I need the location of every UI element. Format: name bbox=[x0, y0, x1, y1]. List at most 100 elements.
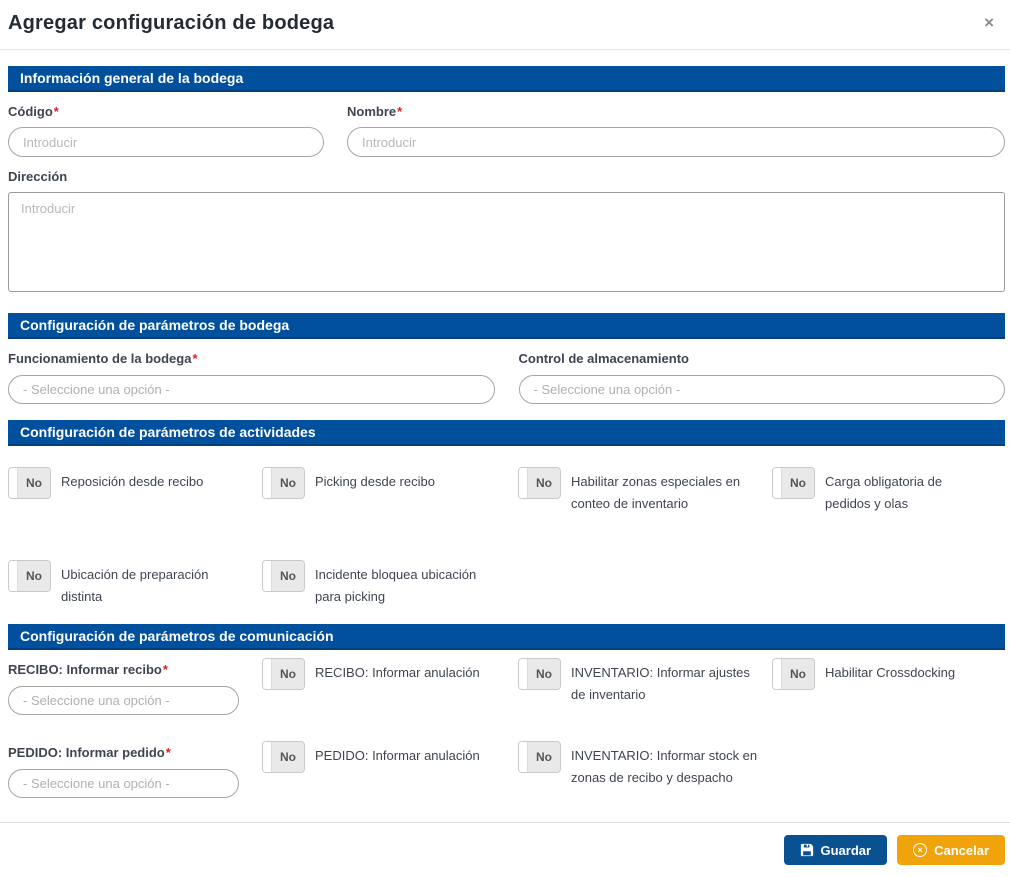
row-parametros-bodega: Funcionamiento de la bodega* - Seleccion… bbox=[8, 339, 1005, 404]
toggle-label: PEDIDO: Informar anulación bbox=[315, 748, 480, 763]
control-almacenamiento-label: Control de almacenamiento bbox=[518, 351, 689, 366]
toggle-reposicion-desde-recibo[interactable]: No bbox=[8, 467, 51, 499]
toggle-inventario-stock-zonas[interactable]: No bbox=[518, 741, 561, 773]
section-header-parametros-actividades: Configuración de parámetros de actividad… bbox=[8, 420, 1005, 446]
toggle-incidente-bloquea[interactable]: No bbox=[262, 560, 305, 592]
toggle-state: No bbox=[272, 468, 304, 498]
modal-header: Agregar configuración de bodega × bbox=[0, 0, 1010, 50]
toggle-state: No bbox=[272, 659, 304, 689]
page-title: Agregar configuración de bodega bbox=[8, 12, 335, 34]
toggle-label: RECIBO: Informar anulación bbox=[315, 665, 480, 680]
toggle-state: No bbox=[18, 561, 50, 591]
pedido-informar-label: PEDIDO: Informar pedido* bbox=[8, 745, 262, 760]
cancel-button[interactable]: × Cancelar bbox=[897, 835, 1005, 865]
toggle-state: No bbox=[18, 468, 50, 498]
toggle-label: Incidente bloquea ubicación para picking bbox=[315, 567, 477, 604]
toggle-state: No bbox=[528, 468, 560, 498]
activities-row-2: No Ubicación de preparación distinta No … bbox=[8, 560, 1005, 608]
communication-row-1: RECIBO: Informar recibo* - Seleccione un… bbox=[8, 650, 1005, 715]
modal-body: Información general de la bodega Código*… bbox=[0, 50, 1010, 798]
toggle-label: INVENTARIO: Informar stock en zonas de r… bbox=[571, 748, 758, 785]
required-asterisk: * bbox=[165, 745, 171, 760]
toggle-state: No bbox=[528, 742, 560, 772]
funcionamiento-label-text: Funcionamiento de la bodega bbox=[8, 351, 192, 366]
empty-cell bbox=[772, 560, 1005, 608]
toggle-label: Ubicación de preparación distinta bbox=[61, 567, 209, 604]
toggle-label: Carga obligatoria de pedidos y olas bbox=[825, 474, 943, 511]
required-asterisk: * bbox=[53, 104, 59, 119]
toggle-cell-pedido-anulacion: No PEDIDO: Informar anulación bbox=[262, 741, 518, 798]
toggle-cell-habilitar-crossdocking: No Habilitar Crossdocking bbox=[772, 658, 1005, 715]
toggle-handle bbox=[773, 659, 782, 689]
nombre-field-group: Nombre* bbox=[347, 92, 1005, 157]
control-almacenamiento-field-group: Control de almacenamiento - Seleccione u… bbox=[518, 339, 1005, 404]
add-warehouse-config-modal: Agregar configuración de bodega × Inform… bbox=[0, 0, 1010, 871]
toggle-habilitar-crossdocking[interactable]: No bbox=[772, 658, 815, 690]
funcionamiento-field-group: Funcionamiento de la bodega* - Seleccion… bbox=[8, 339, 495, 404]
close-icon[interactable]: × bbox=[978, 12, 1000, 33]
codigo-field-group: Código* bbox=[8, 92, 324, 157]
save-button[interactable]: Guardar bbox=[783, 835, 888, 865]
toggle-handle bbox=[519, 659, 528, 689]
row-codigo-nombre: Código* Nombre* bbox=[8, 92, 1005, 157]
toggle-cell-inventario-ajustes: No INVENTARIO: Informar ajustes de inven… bbox=[518, 658, 772, 715]
toggle-cell-zonas-especiales-conteo: No Habilitar zonas especiales en conteo … bbox=[518, 467, 772, 515]
toggle-label: Reposición desde recibo bbox=[61, 474, 204, 489]
required-asterisk: * bbox=[397, 104, 403, 119]
direccion-textarea[interactable] bbox=[8, 192, 1005, 292]
recibo-informar-label-text: RECIBO: Informar recibo bbox=[8, 662, 162, 677]
funcionamiento-label: Funcionamiento de la bodega* bbox=[8, 351, 495, 366]
toggle-inventario-ajustes[interactable]: No bbox=[518, 658, 561, 690]
activities-row-1: No Reposición desde recibo No Picking de… bbox=[8, 467, 1005, 515]
communication-row-2: PEDIDO: Informar pedido* - Seleccione un… bbox=[8, 733, 1005, 798]
codigo-label-text: Código bbox=[8, 104, 53, 119]
toggle-picking-desde-recibo[interactable]: No bbox=[262, 467, 305, 499]
toggle-cell-reposicion-desde-recibo: No Reposición desde recibo bbox=[8, 467, 262, 515]
toggle-zonas-especiales-conteo[interactable]: No bbox=[518, 467, 561, 499]
cancel-circle-x-icon: × bbox=[913, 843, 928, 857]
toggle-handle bbox=[9, 561, 18, 591]
toggle-cell-inventario-stock-zonas: No INVENTARIO: Informar stock en zonas d… bbox=[518, 741, 772, 798]
modal-footer: Guardar × Cancelar bbox=[0, 822, 1010, 877]
recibo-informar-select[interactable]: - Seleccione una opción - bbox=[8, 686, 239, 715]
direccion-field-group: Dirección bbox=[8, 169, 1005, 297]
toggle-cell-incidente-bloquea: No Incidente bloquea ubicación para pick… bbox=[262, 560, 518, 608]
toggle-label: INVENTARIO: Informar ajustes de inventar… bbox=[571, 665, 750, 702]
toggle-state: No bbox=[782, 468, 814, 498]
toggle-state: No bbox=[272, 742, 304, 772]
required-asterisk: * bbox=[192, 351, 198, 366]
toggle-cell-ubicacion-preparacion: No Ubicación de preparación distinta bbox=[8, 560, 262, 608]
toggle-handle bbox=[263, 659, 272, 689]
nombre-input[interactable] bbox=[347, 127, 1005, 157]
funcionamiento-select[interactable]: - Seleccione una opción - bbox=[8, 375, 495, 404]
toggle-handle bbox=[263, 561, 272, 591]
toggle-carga-obligatoria[interactable]: No bbox=[772, 467, 815, 499]
pedido-informar-label-text: PEDIDO: Informar pedido bbox=[8, 745, 165, 760]
save-button-label: Guardar bbox=[820, 842, 872, 858]
pedido-informar-field-group: PEDIDO: Informar pedido* - Seleccione un… bbox=[8, 733, 262, 798]
pedido-informar-select[interactable]: - Seleccione una opción - bbox=[8, 769, 239, 798]
toggle-label: Habilitar zonas especiales en conteo de … bbox=[571, 474, 741, 511]
empty-cell bbox=[772, 733, 1005, 798]
toggle-handle bbox=[773, 468, 782, 498]
control-almacenamiento-select[interactable]: - Seleccione una opción - bbox=[518, 375, 1005, 404]
required-asterisk: * bbox=[162, 662, 168, 677]
toggle-label: Habilitar Crossdocking bbox=[825, 665, 956, 680]
section-header-general: Información general de la bodega bbox=[8, 66, 1005, 92]
section-header-parametros-comunicacion: Configuración de parámetros de comunicac… bbox=[8, 624, 1005, 650]
toggle-pedido-anulacion[interactable]: No bbox=[262, 741, 305, 773]
toggle-handle bbox=[519, 468, 528, 498]
codigo-label: Código* bbox=[8, 104, 324, 119]
toggle-handle bbox=[263, 742, 272, 772]
toggle-state: No bbox=[272, 561, 304, 591]
toggle-ubicacion-preparacion[interactable]: No bbox=[8, 560, 51, 592]
recibo-informar-field-group: RECIBO: Informar recibo* - Seleccione un… bbox=[8, 650, 262, 715]
toggle-cell-recibo-anulacion: No RECIBO: Informar anulación bbox=[262, 658, 518, 715]
toggle-cell-carga-obligatoria: No Carga obligatoria de pedidos y olas bbox=[772, 467, 1005, 515]
direccion-label: Dirección bbox=[8, 169, 68, 184]
save-icon bbox=[800, 843, 814, 857]
nombre-label-text: Nombre bbox=[347, 104, 397, 119]
toggle-label: Picking desde recibo bbox=[315, 474, 435, 489]
toggle-recibo-anulacion[interactable]: No bbox=[262, 658, 305, 690]
codigo-input[interactable] bbox=[8, 127, 324, 157]
